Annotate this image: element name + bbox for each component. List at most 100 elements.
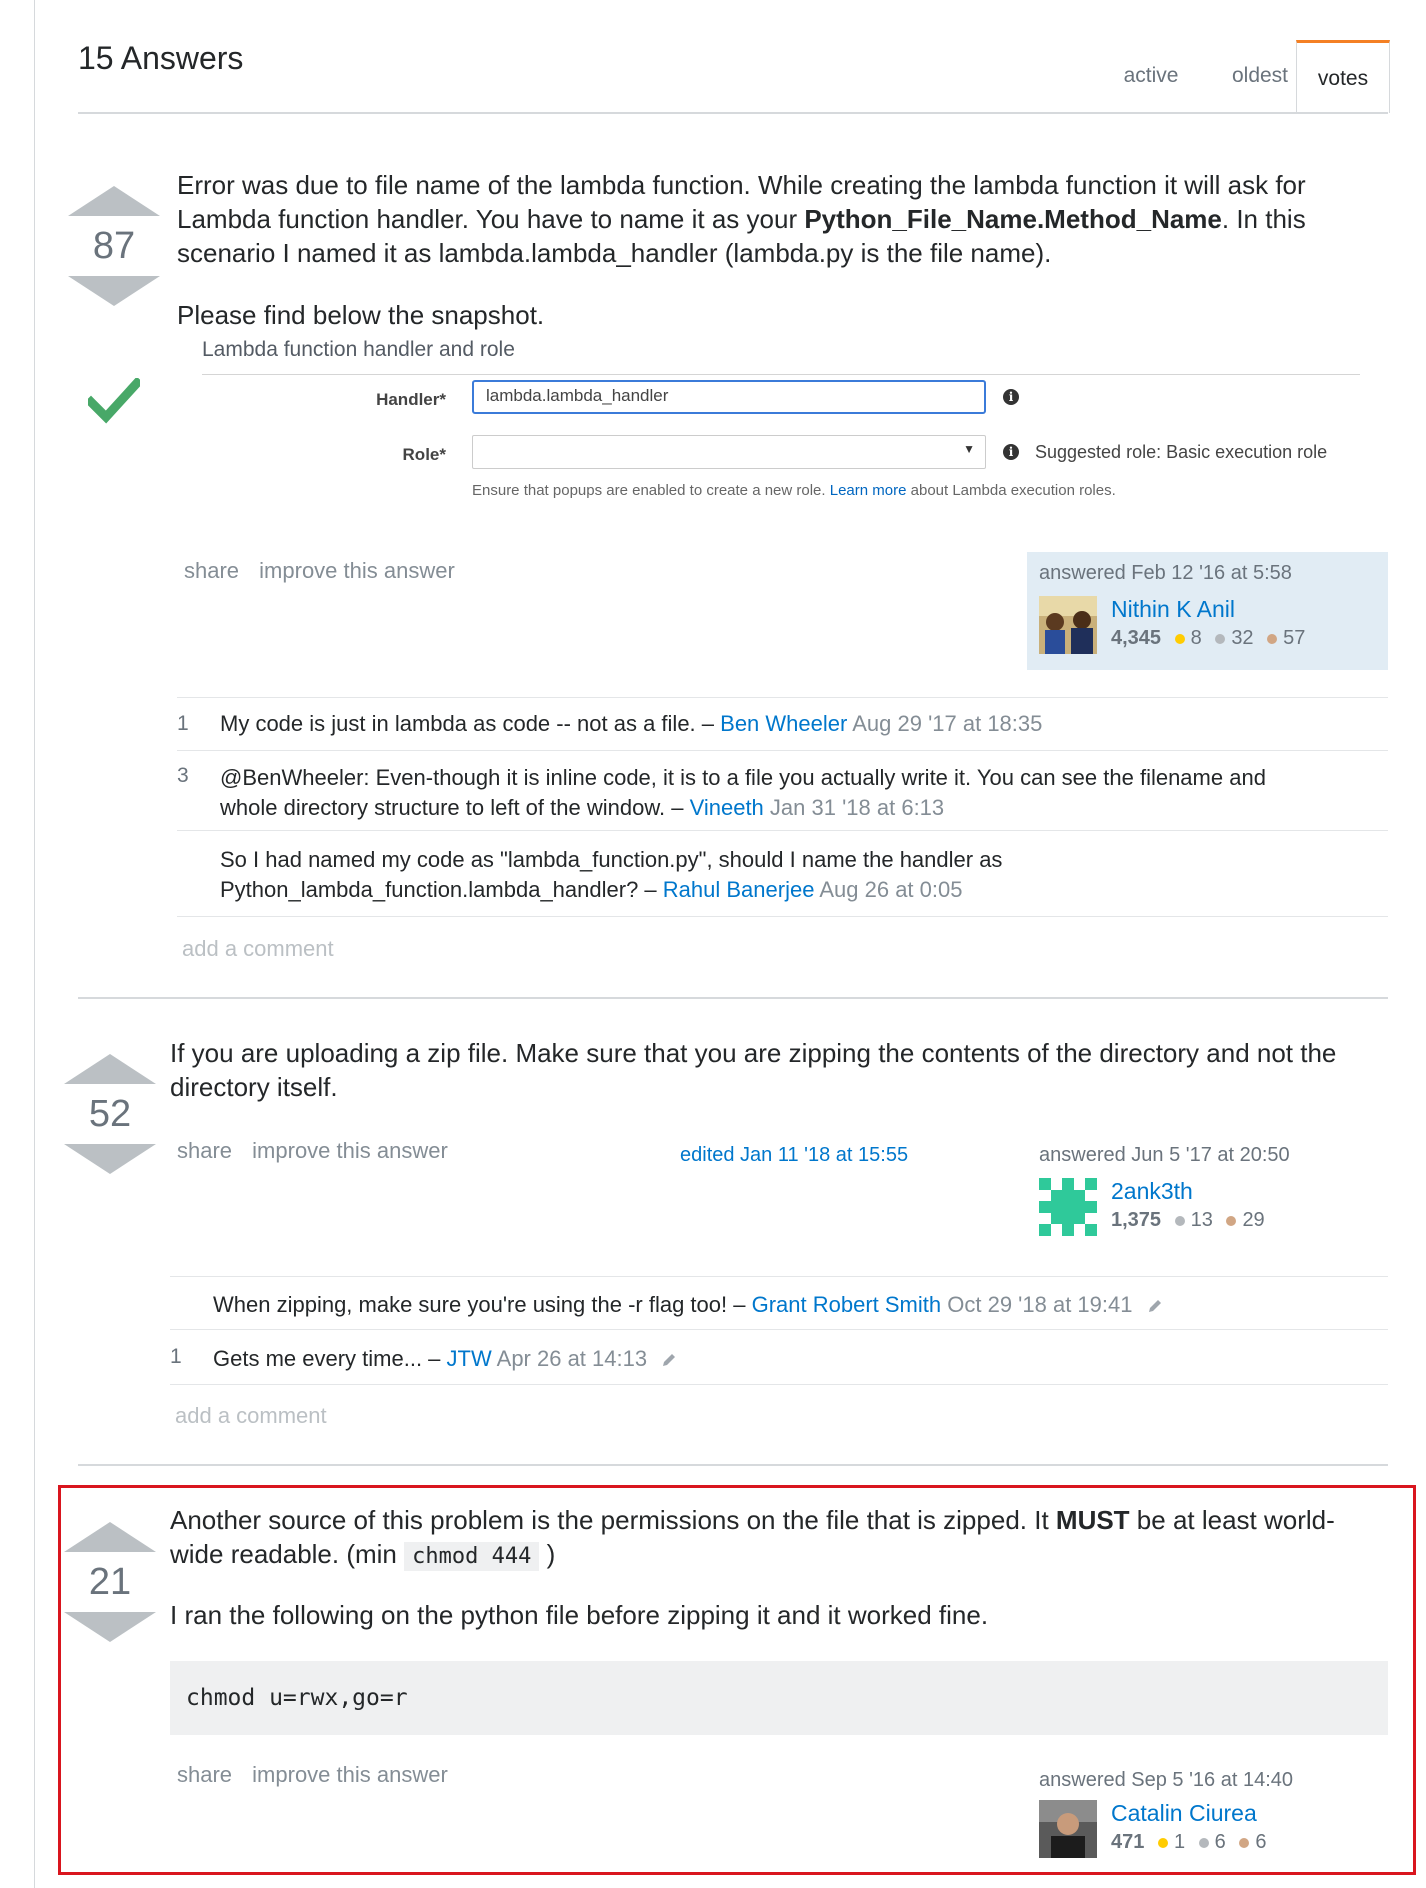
role-suggestion: Suggested role: Basic execution role xyxy=(1035,442,1328,462)
silver-badge-count: 6 xyxy=(1214,1831,1226,1853)
answer-body-2: If you are uploading a zip file. Make su… xyxy=(170,1036,1390,1104)
edited-signature: edited Jan 11 '18 at 15:55 xyxy=(680,1144,908,1167)
bronze-badge-icon xyxy=(1226,1215,1237,1226)
comment-user-link[interactable]: Grant Robert Smith xyxy=(752,1292,942,1317)
vote-count: 21 xyxy=(88,1561,132,1603)
user-signature: answered Feb 12 '16 at 5:58 xyxy=(1039,562,1379,585)
inline-code: chmod 444 xyxy=(404,1542,540,1571)
user-avatar[interactable] xyxy=(1039,1178,1097,1236)
answer-divider xyxy=(78,997,1388,999)
comment: So I had named my code as "lambda_functi… xyxy=(220,845,1380,905)
answer-bold-text: MUST xyxy=(1055,1505,1130,1535)
comment-score: 1 xyxy=(177,712,189,735)
improve-answer-link[interactable]: improve this answer xyxy=(252,1762,448,1787)
bronze-badge-icon xyxy=(1267,633,1278,644)
reputation-score: 4,345 xyxy=(1111,627,1162,649)
answer-paragraph-2: I ran the following on the python file b… xyxy=(170,1600,989,1630)
bronze-badge-icon xyxy=(1239,1837,1250,1848)
reputation-score: 1,375 xyxy=(1111,1209,1162,1231)
answer-body-1: Error was due to file name of the lambda… xyxy=(177,168,1377,270)
user-name-link[interactable]: Catalin Ciurea xyxy=(1111,1800,1266,1827)
comment-divider xyxy=(177,916,1388,917)
answer-divider xyxy=(78,1464,1388,1466)
downvote-arrow-icon[interactable] xyxy=(68,276,160,306)
gold-badge-icon xyxy=(1157,1837,1168,1848)
comment-divider xyxy=(177,830,1388,831)
user-flair: 4,345 8 32 57 xyxy=(1111,627,1305,650)
answered-timestamp: answered Sep 5 '16 at 14:40 xyxy=(1039,1769,1294,1791)
comment: Gets me every time... – JTW Apr 26 at 14… xyxy=(213,1344,677,1374)
tab-active[interactable]: active xyxy=(1096,40,1206,112)
user-signature: answered Sep 5 '16 at 14:40 xyxy=(1039,1769,1293,1792)
share-link[interactable]: share xyxy=(177,1762,232,1787)
silver-badges: 6 xyxy=(1198,1831,1226,1853)
info-icon: i xyxy=(1003,444,1019,460)
downvote-arrow-icon[interactable] xyxy=(64,1612,156,1642)
user-avatar[interactable] xyxy=(1039,596,1097,654)
silver-badge-icon xyxy=(1174,1215,1185,1226)
comment-score: 1 xyxy=(170,1345,182,1368)
comments-divider xyxy=(170,1276,1388,1277)
comment-date[interactable]: Apr 26 at 14:13 xyxy=(497,1346,647,1371)
add-comment-link[interactable]: add a comment xyxy=(175,1403,327,1429)
comment-user-link[interactable]: Vineeth xyxy=(690,795,764,820)
comment-user-link[interactable]: Rahul Banerjee xyxy=(663,877,815,902)
upvote-arrow-icon[interactable] xyxy=(64,1522,156,1552)
share-link[interactable]: share xyxy=(184,558,239,583)
vote-cell-1: 87 xyxy=(66,186,162,306)
improve-answer-link[interactable]: improve this answer xyxy=(252,1138,448,1163)
comment-user-link[interactable]: JTW xyxy=(447,1346,492,1371)
role-select: ▼ xyxy=(472,435,986,469)
note-text: Ensure that popups are enabled to create… xyxy=(472,482,826,499)
bronze-badges: 57 xyxy=(1267,627,1305,649)
vote-cell-3: 21 xyxy=(62,1522,158,1642)
reputation-score: 471 xyxy=(1111,1831,1145,1853)
comment-date[interactable]: Aug 29 '17 at 18:35 xyxy=(852,711,1042,736)
handler-input: lambda.lambda_handler xyxy=(472,380,986,414)
upvote-arrow-icon[interactable] xyxy=(64,1054,156,1084)
bronze-badge-count: 57 xyxy=(1283,627,1306,649)
answered-timestamp: answered Jun 5 '17 at 20:50 xyxy=(1039,1144,1290,1166)
add-comment-link[interactable]: add a comment xyxy=(182,936,334,962)
gold-badge-count: 8 xyxy=(1190,627,1202,649)
user-name-link[interactable]: 2ank3th xyxy=(1111,1178,1265,1205)
sort-tabs: active oldest votes xyxy=(1056,40,1390,113)
comment-text: When zipping, make sure you're using the… xyxy=(213,1292,746,1317)
edited-link[interactable]: edited Jan 11 '18 at 15:55 xyxy=(680,1144,908,1166)
answer-text: wide readable. (min xyxy=(170,1539,405,1569)
user-details: 2ank3th 1,375 13 29 xyxy=(1111,1178,1265,1232)
info-icon: i xyxy=(1003,389,1019,405)
tab-votes[interactable]: votes xyxy=(1296,40,1390,113)
post-menu: share improve this answer xyxy=(184,558,469,584)
comment-date[interactable]: Aug 26 at 0:05 xyxy=(819,877,962,902)
comment-text: My code is just in lambda as code -- not… xyxy=(220,711,715,736)
user-details: Catalin Ciurea 471 1 6 6 xyxy=(1111,1800,1266,1854)
answer-bold-text: Python_File_Name.Method_Name xyxy=(804,204,1222,234)
comment-divider xyxy=(177,750,1388,751)
edit-pencil-icon[interactable] xyxy=(661,1352,677,1368)
downvote-arrow-icon[interactable] xyxy=(64,1144,156,1174)
snapshot-section-title: Lambda function handler and role xyxy=(202,338,515,361)
answer-text: ) xyxy=(539,1539,556,1569)
code-block: chmod u=rwx,go=r xyxy=(170,1661,1388,1735)
learn-more-link: Learn more xyxy=(829,482,907,499)
left-border xyxy=(34,0,35,1888)
silver-badges: 32 xyxy=(1215,627,1254,649)
improve-answer-link[interactable]: improve this answer xyxy=(259,558,455,583)
comment-date[interactable]: Jan 31 '18 at 6:13 xyxy=(770,795,944,820)
user-name-link[interactable]: Nithin K Anil xyxy=(1111,596,1305,623)
comment-user-link[interactable]: Ben Wheeler xyxy=(720,711,847,736)
note-text: about Lambda execution roles. xyxy=(910,482,1116,499)
share-link[interactable]: share xyxy=(177,1138,232,1163)
answer-paragraph-2: Please find below the snapshot. xyxy=(177,300,545,330)
handler-label: Handler* xyxy=(376,390,446,409)
user-avatar[interactable] xyxy=(1039,1800,1097,1858)
accepted-checkmark-icon xyxy=(88,378,140,424)
gold-badges: 1 xyxy=(1157,1831,1185,1853)
gold-badges: 8 xyxy=(1174,627,1202,649)
comment-text: Gets me every time... – xyxy=(213,1346,441,1371)
comment-date[interactable]: Oct 29 '18 at 19:41 xyxy=(947,1292,1132,1317)
comment-text: So I had named my code as "lambda_functi… xyxy=(220,847,1003,872)
edit-pencil-icon[interactable] xyxy=(1147,1298,1163,1314)
upvote-arrow-icon[interactable] xyxy=(68,186,160,216)
